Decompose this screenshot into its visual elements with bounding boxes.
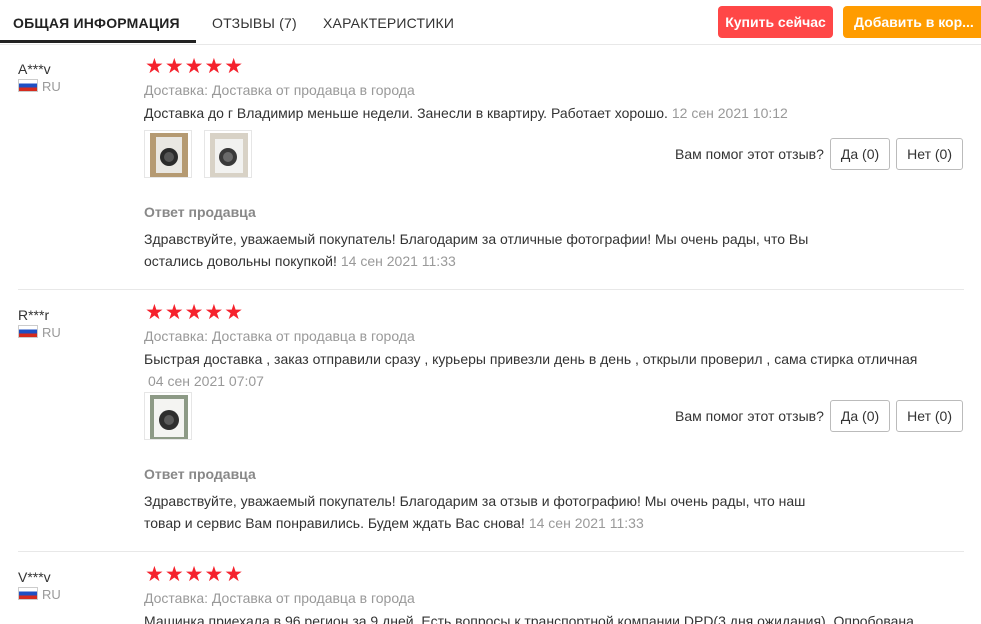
russia-flag-icon xyxy=(18,79,38,92)
russia-flag-icon xyxy=(18,587,38,600)
review-text: Машинка приехала в 96 регион за 9 дней. … xyxy=(144,613,914,624)
review-date: 04 сен 2021 07:07 xyxy=(148,373,264,389)
review-text: Быстрая доставка , заказ отправили сразу… xyxy=(144,351,918,389)
reviewer-name: R***r xyxy=(18,307,50,323)
add-to-cart-button[interactable]: Добавить в кор... xyxy=(843,6,981,38)
helpful-no-button[interactable]: Нет (0) xyxy=(896,400,963,432)
seller-reply-date: 14 сен 2021 11:33 xyxy=(528,515,644,531)
seller-reply-date: 14 сен 2021 11:33 xyxy=(340,253,456,269)
helpful-question: Вам помог этот отзыв? xyxy=(674,146,824,162)
active-tab-indicator xyxy=(0,40,196,43)
review-divider xyxy=(18,289,964,290)
review-photo-thumbnail[interactable] xyxy=(144,130,192,178)
delivery-info: Доставка: Доставка от продавца в города xyxy=(144,590,415,606)
tab-reviews[interactable]: ОТЗЫВЫ (7) xyxy=(212,15,297,31)
delivery-info: Доставка: Доставка от продавца в города xyxy=(144,82,415,98)
seller-reply-text: Здравствуйте, уважаемый покупатель! Благ… xyxy=(144,231,809,269)
washing-machine-photo-icon xyxy=(150,133,188,177)
reviewer-name: A***v xyxy=(18,61,51,77)
washing-machine-photo-icon xyxy=(150,395,188,439)
review-date: 12 сен 2021 10:12 xyxy=(671,105,788,121)
helpful-vote: Вам помог этот отзыв? Да (0) Нет (0) xyxy=(675,400,963,432)
reviewer-country: RU xyxy=(18,587,61,602)
product-tabs-bar: ОБЩАЯ ИНФОРМАЦИЯ ОТЗЫВЫ (7) ХАРАКТЕРИСТИ… xyxy=(0,0,981,45)
buy-now-button[interactable]: Купить сейчас xyxy=(718,6,833,38)
russia-flag-icon xyxy=(18,325,38,338)
seller-reply-text: Здравствуйте, уважаемый покупатель! Благ… xyxy=(144,493,806,531)
helpful-vote: Вам помог этот отзыв? Да (0) Нет (0) xyxy=(675,138,963,170)
review-photo-thumbnail[interactable] xyxy=(144,392,192,440)
helpful-yes-button[interactable]: Да (0) xyxy=(829,400,891,432)
delivery-info: Доставка: Доставка от продавца в города xyxy=(144,328,415,344)
washing-machine-photo-icon xyxy=(210,133,248,177)
helpful-no-button[interactable]: Нет (0) xyxy=(896,138,963,170)
helpful-question: Вам помог этот отзыв? xyxy=(674,408,824,424)
tab-general-info[interactable]: ОБЩАЯ ИНФОРМАЦИЯ xyxy=(13,15,180,31)
seller-reply-title: Ответ продавца xyxy=(144,466,256,482)
review-photo-thumbnail[interactable] xyxy=(204,130,252,178)
reviewer-country: RU xyxy=(18,325,61,340)
reviewer-country: RU xyxy=(18,79,61,94)
reviewer-name: V***v xyxy=(18,569,51,585)
rating-stars: ★★★★★ xyxy=(145,301,245,324)
review-text: Доставка до г Владимир меньше недели. За… xyxy=(144,105,788,121)
rating-stars: ★★★★★ xyxy=(145,563,245,586)
rating-stars: ★★★★★ xyxy=(145,55,245,78)
tab-specifications[interactable]: ХАРАКТЕРИСТИКИ xyxy=(323,15,454,31)
helpful-yes-button[interactable]: Да (0) xyxy=(829,138,891,170)
seller-reply-title: Ответ продавца xyxy=(144,204,256,220)
review-divider xyxy=(18,551,964,552)
